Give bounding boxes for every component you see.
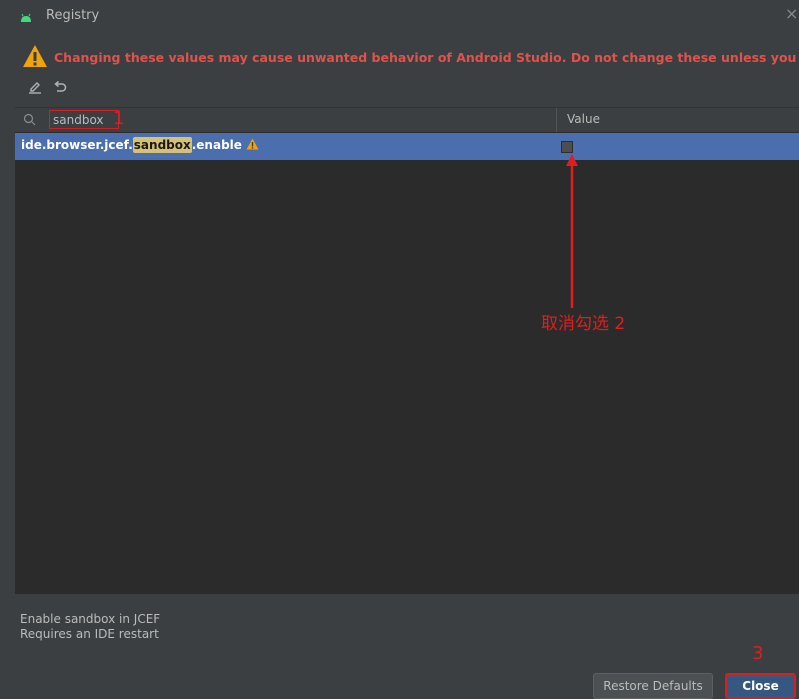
table-header: Value [15,108,799,133]
warning-icon [23,45,47,67]
column-header-value[interactable]: Value [567,112,600,126]
registry-table: Value ide.browser.jcef.sandbox.enable [15,107,799,594]
title-bar: Registry × [0,0,799,40]
warning-message: Changing these values may cause unwanted… [54,50,799,65]
annotation-step-2: 取消勾选 2 [541,314,626,334]
description-line-1: Enable sandbox in JCEF [20,612,161,626]
warning-icon [246,138,259,150]
description-line-2: Requires an IDE restart [20,627,159,641]
registry-key: ide.browser.jcef.sandbox.enable [21,137,259,153]
revert-icon[interactable] [53,80,67,94]
key-suffix: .enable [191,138,242,152]
annotation-step-3: 3 [752,643,764,664]
close-icon[interactable]: × [785,6,798,22]
window-title: Registry [46,8,100,23]
search-icon [23,113,36,126]
restore-defaults-button[interactable]: Restore Defaults [593,673,713,699]
key-prefix: ide.browser.jcef. [21,138,133,152]
close-button[interactable]: Close [725,673,796,699]
table-row[interactable]: ide.browser.jcef.sandbox.enable [15,133,799,160]
android-icon [21,13,31,22]
setting-description: Enable sandbox in JCEF Requires an IDE r… [20,612,160,642]
annotation-step-1: 1 [113,108,125,129]
edit-icon[interactable] [28,80,42,94]
search-input[interactable] [49,110,119,129]
column-divider[interactable] [556,108,557,132]
search-match-highlight: sandbox [132,137,192,153]
annotation-arrow [566,154,578,308]
